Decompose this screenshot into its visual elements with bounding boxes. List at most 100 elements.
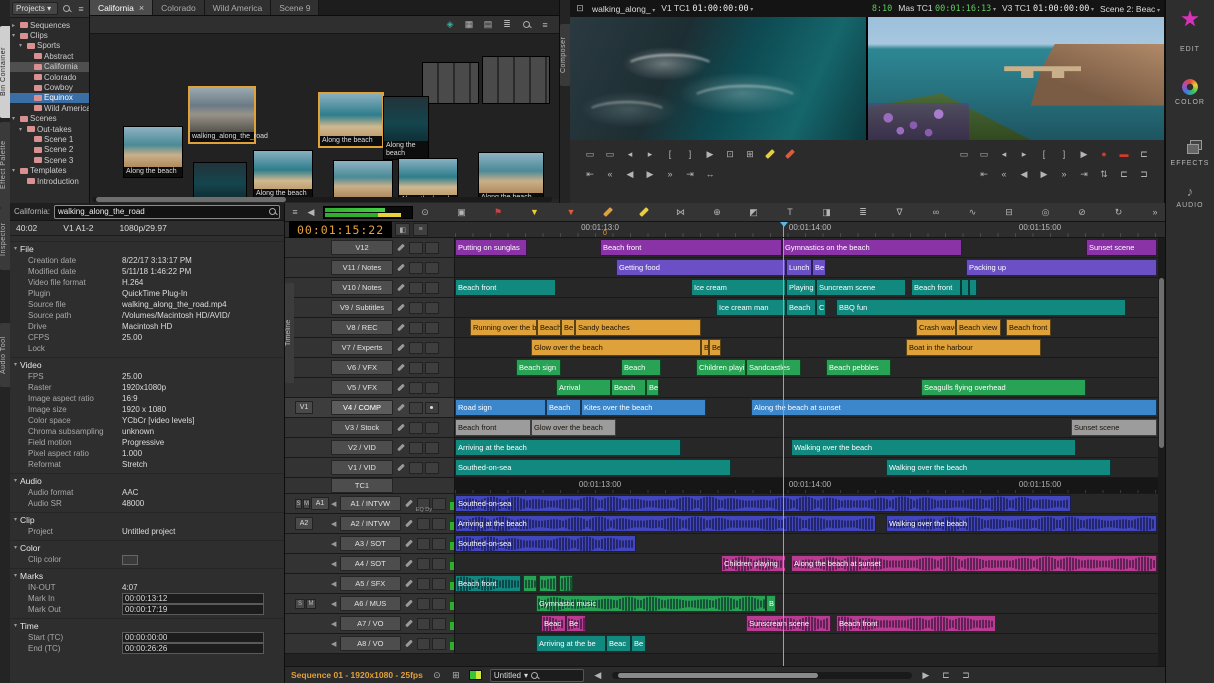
timeline-clip[interactable]: B — [701, 339, 709, 356]
inspector-section-time[interactable]: ▾Time — [10, 618, 284, 632]
timeline-clip[interactable]: Beach — [611, 379, 646, 396]
scroll-left-icon[interactable]: ◀ — [592, 669, 604, 681]
bin-tab-colorado[interactable]: Colorado — [153, 0, 205, 15]
timeline-clip[interactable]: Seagulls flying overhead — [921, 379, 1086, 396]
trim-left-icon[interactable]: ⊏ — [1118, 168, 1130, 180]
track-lane-v11-notes[interactable]: Getting foodLunchBePacking up — [455, 258, 1165, 277]
pencil-icon[interactable] — [405, 580, 413, 588]
tree-arrow-icon[interactable]: ▾ — [19, 42, 25, 49]
timeline-clip[interactable]: Be — [812, 259, 826, 276]
track-name-button[interactable]: V3 / Stock — [331, 420, 393, 435]
track-monitor-toggle[interactable] — [425, 362, 439, 374]
mark-out-icon[interactable]: ] — [1058, 148, 1070, 160]
speaker-icon[interactable]: ◀ — [331, 600, 338, 608]
track-monitor-toggle[interactable] — [432, 618, 446, 630]
speaker-icon[interactable]: ◀ — [331, 620, 338, 628]
track-lane-v7-experts[interactable]: Glow over the beachBBeBoat in the harbou… — [455, 338, 1165, 357]
pencil-icon[interactable] — [397, 404, 405, 412]
bin-clip[interactable]: Along the beach — [318, 92, 384, 148]
track-lane-a2-intvw[interactable]: Arriving at the beachWalking over the be… — [455, 514, 1165, 533]
track-name-button[interactable]: V8 / REC — [331, 320, 393, 335]
timeline-clip[interactable]: Southed-on-sea — [455, 459, 731, 476]
timeline-clip[interactable]: BBQ fun — [836, 299, 1126, 316]
timeline-clip[interactable] — [559, 575, 573, 592]
track-lock-toggle[interactable] — [409, 442, 423, 454]
pencil-icon[interactable] — [397, 444, 405, 452]
track-monitor-toggle[interactable] — [432, 578, 446, 590]
source-patch-button[interactable]: A1 — [311, 497, 329, 510]
play-small-icon[interactable]: ▶ — [1038, 168, 1050, 180]
marker-icon[interactable]: ⚑ — [492, 206, 504, 218]
play-icon[interactable]: ▶ — [704, 148, 716, 160]
track-lane-v6-vfx[interactable]: Beach signBeachChildren playingSandcastl… — [455, 358, 1165, 377]
sequence-search-box[interactable]: Untitled ▾ — [490, 669, 584, 682]
clip-color-checkbox[interactable] — [122, 555, 138, 565]
track-lane-v4-comp[interactable]: Road signBeachKites over the beachAlong … — [455, 398, 1165, 417]
close-icon[interactable]: × — [139, 3, 144, 13]
track-lane-a6-mus[interactable]: Gymnastic musicB — [455, 594, 1165, 613]
zoom-out-icon[interactable]: ⊏ — [940, 669, 952, 681]
track-lock-toggle[interactable] — [409, 242, 423, 254]
timeline-ruler[interactable]: 00:01:13:000:01:14:0000:01:15:000 — [455, 222, 1165, 237]
track-lane-v10-notes[interactable]: Beach frontIce creamPlayingSuncream scen… — [455, 278, 1165, 297]
track-name-button[interactable]: TC1 — [331, 478, 393, 493]
add-edit-icon[interactable]: ⊕ — [711, 206, 723, 218]
speaker-icon[interactable]: ◀ — [331, 540, 338, 548]
pencil-icon[interactable] — [397, 304, 405, 312]
edit-workspace-icon[interactable] — [1181, 10, 1199, 28]
track-monitor-toggle[interactable] — [432, 518, 446, 530]
pencil-icon[interactable] — [405, 620, 413, 628]
mute-button[interactable]: M — [306, 599, 316, 609]
link-lock-icon[interactable]: ∞ — [930, 206, 942, 218]
timeline-clip[interactable]: Walking over the beach — [886, 459, 1111, 476]
mute-button[interactable]: M — [303, 499, 310, 509]
tree-item-colorado[interactable]: Colorado — [10, 72, 89, 82]
timeline-clip[interactable]: Beac — [606, 635, 631, 652]
find-icon[interactable]: ⊙ — [431, 669, 443, 681]
grid-4-icon[interactable]: ⊞ — [450, 669, 462, 681]
scene-menu[interactable]: Scene 2: Beac ▾ — [1100, 4, 1160, 14]
track-lock-toggle[interactable] — [417, 578, 431, 590]
inspector-section-marks[interactable]: ▾Marks — [10, 568, 284, 582]
source-track-menu[interactable]: V1 TC1 01:00:00:00 ▾ — [661, 3, 753, 14]
track-monitor-toggle[interactable] — [432, 498, 446, 510]
playhead-line[interactable] — [783, 238, 784, 666]
track-monitor-toggle[interactable] — [432, 538, 446, 550]
bin-horizontal-scrollbar[interactable] — [92, 197, 552, 202]
record-track-menu[interactable]: V3 TC1 01:00:00:00 ▾ — [1002, 3, 1094, 14]
bin-clip[interactable]: walking_along_the_road — [188, 86, 256, 144]
source-clip-menu[interactable]: walking_along_ ▾ — [592, 4, 655, 14]
section-collapse-icon[interactable]: ▾ — [14, 544, 17, 551]
lift-icon[interactable]: ▭ — [958, 148, 970, 160]
timeline-clip[interactable]: Getting food — [616, 259, 786, 276]
timeline-clip[interactable]: Arriving at the be — [536, 635, 606, 652]
speaker-icon[interactable]: ◀ — [331, 640, 338, 648]
filmstrip-thumbnail[interactable] — [482, 56, 550, 104]
track-monitor-toggle[interactable] — [425, 262, 439, 274]
track-name-button[interactable]: A7 / VO — [340, 616, 401, 631]
track-lane-a8-vo[interactable]: Arriving at the beBeacBe — [455, 634, 1165, 653]
workspace-label-edit[interactable]: EDIT — [1166, 46, 1214, 53]
track-name-button[interactable]: V4 / COMP — [331, 400, 393, 415]
loop-play-icon[interactable]: ↻ — [1113, 206, 1125, 218]
section-collapse-icon[interactable]: ▾ — [14, 361, 17, 368]
timeline-clip[interactable]: Beach sign — [516, 359, 561, 376]
text-view-icon[interactable]: ▤ — [482, 19, 494, 31]
tree-item-scene-3[interactable]: Scene 3 — [10, 155, 89, 165]
inspector-section-video[interactable]: ▾Video — [10, 357, 284, 371]
track-name-button[interactable]: A8 / VO — [340, 636, 401, 651]
tree-item-california[interactable]: California — [10, 62, 89, 72]
backward-one-frame-icon[interactable]: ◂ — [624, 148, 636, 160]
panel-tab-inspector[interactable]: Inspector — [0, 208, 10, 270]
play-icon[interactable]: ▶ — [1078, 148, 1090, 160]
track-monitor-toggle[interactable] — [425, 402, 439, 414]
tree-arrow-icon[interactable]: ▾ — [19, 126, 25, 133]
track-lock-toggle[interactable] — [409, 422, 423, 434]
track-name-button[interactable]: V9 / Subtitles — [331, 300, 393, 315]
pencil-icon[interactable] — [405, 560, 413, 568]
timeline-clip[interactable]: Children playing — [696, 359, 746, 376]
track-lock-toggle[interactable] — [417, 518, 431, 530]
mark-in-icon[interactable]: [ — [1038, 148, 1050, 160]
timeline-clip[interactable]: Crash wave — [916, 319, 956, 336]
rewind-icon[interactable]: « — [604, 168, 616, 180]
